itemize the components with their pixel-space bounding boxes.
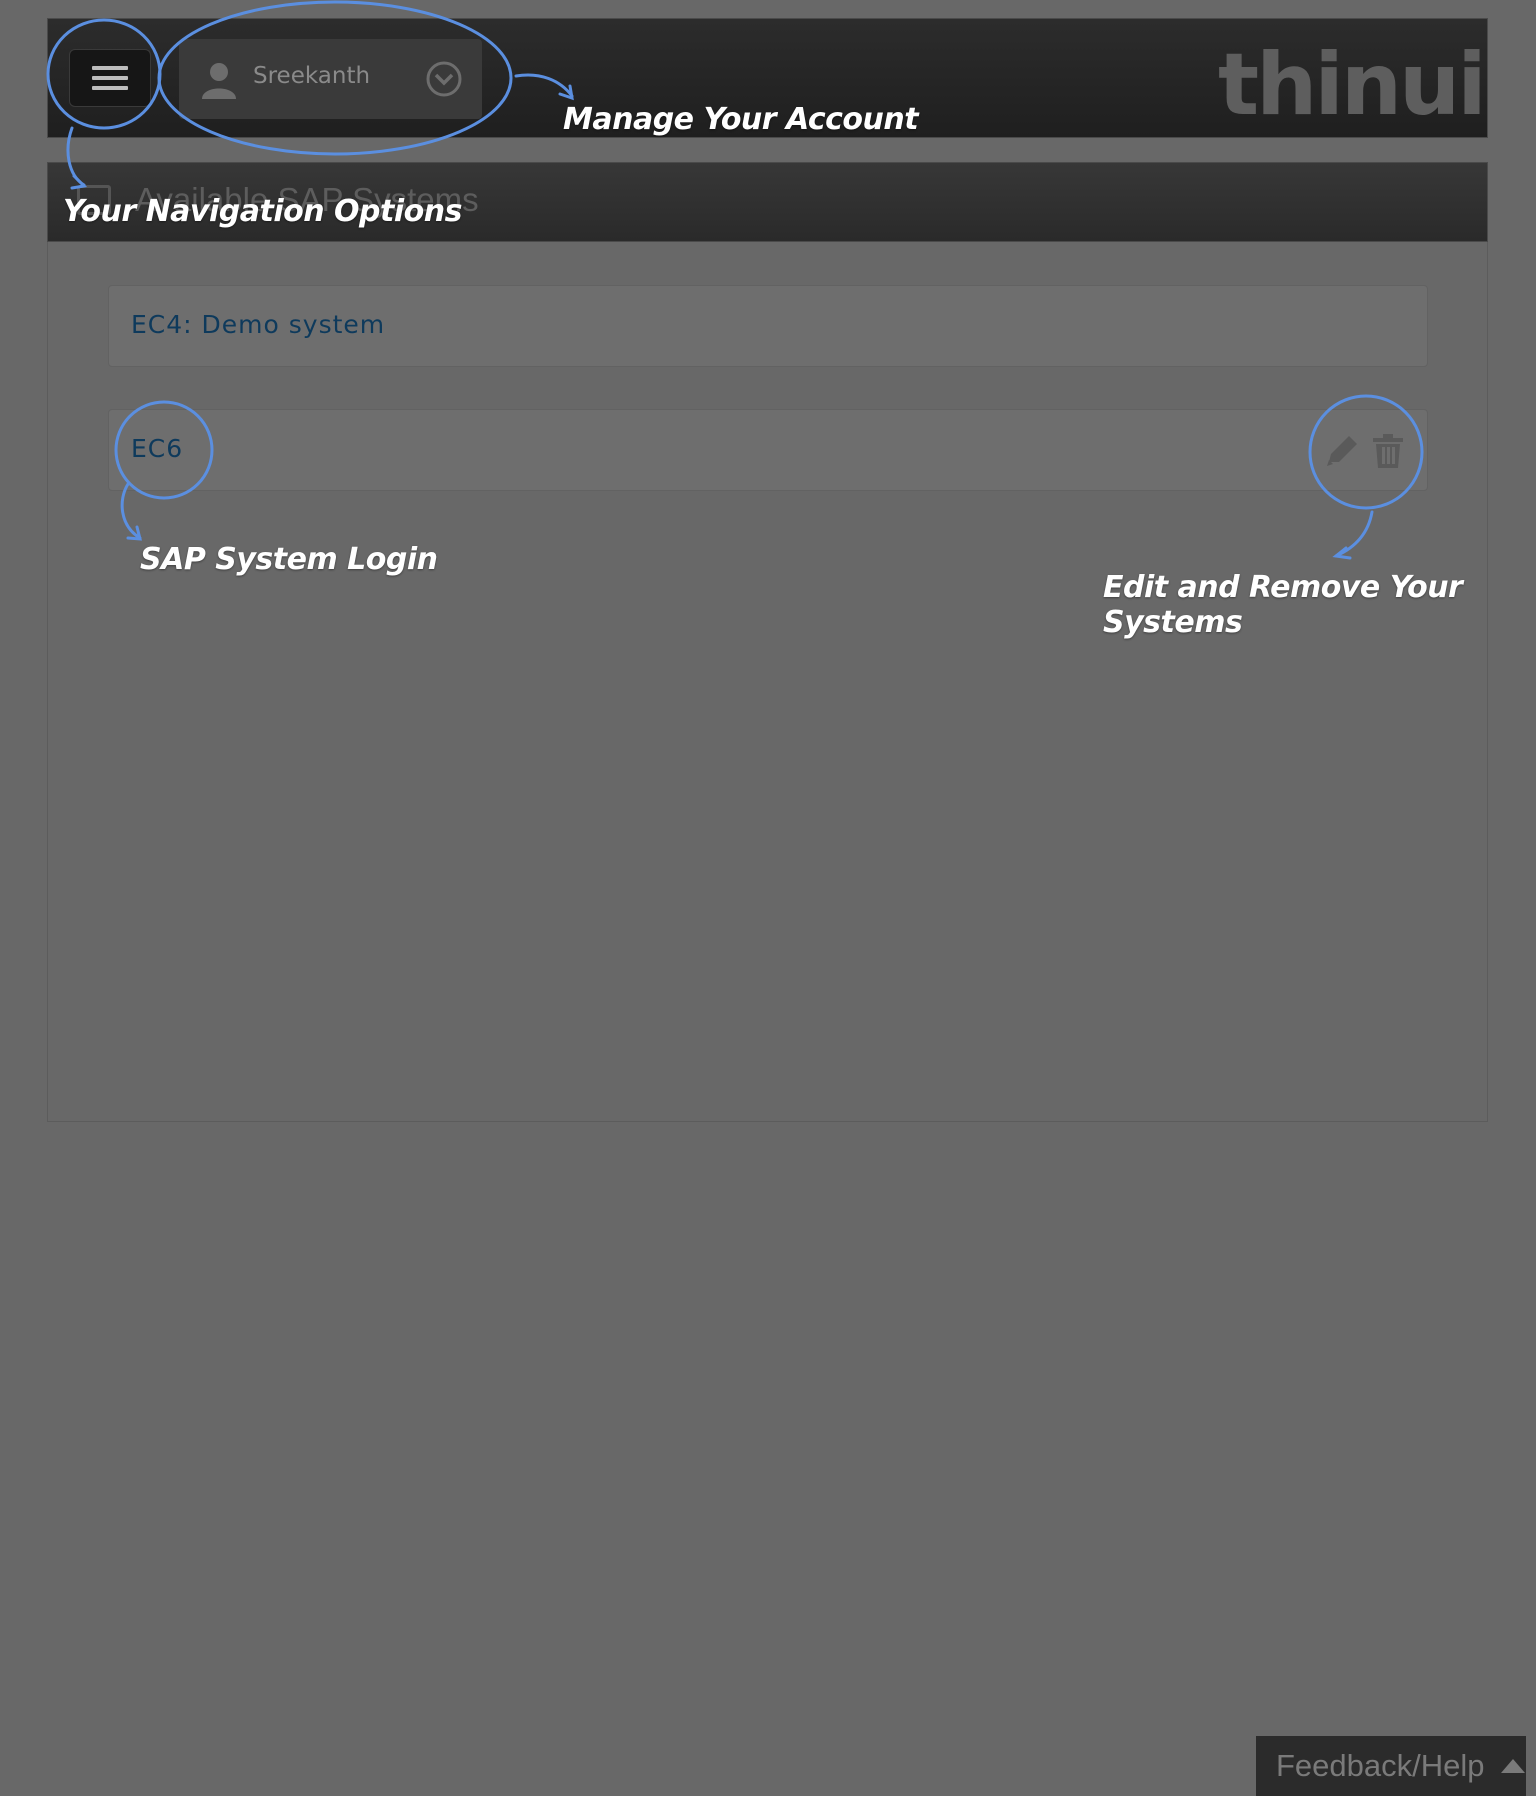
thinui-logo: thinui: [1218, 35, 1487, 135]
chevron-down-circle-icon[interactable]: [425, 60, 463, 98]
hamburger-menu-icon: [92, 66, 128, 90]
user-avatar-icon: [202, 63, 236, 99]
annotation-login: SAP System Login: [140, 542, 438, 577]
annotation-navigation: Your Navigation Options: [63, 194, 462, 229]
menu-button[interactable]: [69, 49, 151, 107]
feedback-label: Feedback/Help: [1276, 1748, 1485, 1783]
user-name: Sreekanth: [253, 63, 371, 89]
systems-panel: [47, 242, 1488, 1122]
pencil-icon[interactable]: [1323, 432, 1361, 470]
system-label[interactable]: EC6: [131, 434, 183, 463]
trash-icon[interactable]: [1371, 432, 1405, 470]
annotation-edit-remove: Edit and Remove Your Systems: [1103, 570, 1463, 640]
feedback-help-button[interactable]: Feedback/Help: [1256, 1736, 1526, 1796]
system-item-ec6[interactable]: EC6: [108, 409, 1428, 491]
annotation-account: Manage Your Account: [563, 102, 919, 137]
system-item-ec4[interactable]: EC4: Demo system: [108, 285, 1428, 367]
account-dropdown[interactable]: Sreekanth: [179, 39, 482, 119]
caret-up-icon: [1500, 1759, 1525, 1773]
system-label[interactable]: EC4: Demo system: [131, 310, 385, 339]
